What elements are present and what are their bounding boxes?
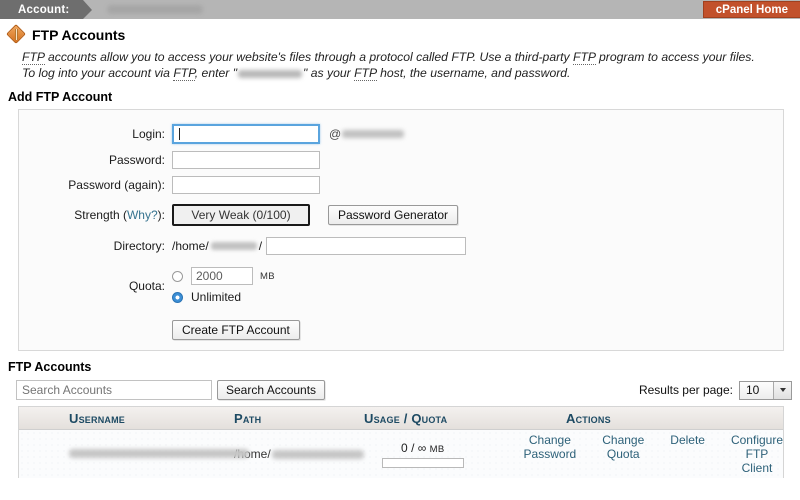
desc-part-9: host, the username, and password.: [376, 66, 571, 80]
chevron-down-icon: [773, 381, 791, 399]
page-title-row: FTP Accounts: [0, 19, 800, 47]
results-per-page-select[interactable]: 10: [739, 380, 792, 400]
password-strength-meter: Very Weak (0/100): [172, 204, 310, 226]
abbr-ftp-3: FTP: [173, 66, 195, 81]
column-header-usage-quota[interactable]: Usage / Quota: [364, 411, 524, 426]
password-generator-button[interactable]: Password Generator: [328, 205, 459, 225]
directory-home-prefix: /home/: [172, 239, 209, 253]
add-ftp-account-panel: Login: @ Password: Password (again): Str…: [18, 109, 784, 351]
ftp-compass-icon: [6, 24, 26, 44]
quota-unlimited-label: Unlimited: [191, 290, 242, 304]
directory-user-redacted: [210, 242, 257, 250]
quota-custom-radio[interactable]: [172, 270, 183, 282]
quota-unit-label: MB: [260, 270, 275, 282]
cell-username: [19, 447, 249, 461]
text-caret: [179, 128, 180, 140]
account-label-tag: Account:: [0, 0, 93, 19]
strength-label: Strength (Why?):: [19, 208, 172, 222]
column-header-username[interactable]: Username: [19, 411, 234, 426]
password-again-row: Password (again):: [19, 176, 783, 194]
create-ftp-account-button[interactable]: Create FTP Account: [172, 320, 300, 340]
strength-label-prefix: Strength (: [74, 208, 127, 222]
desc-part-7: " as your: [303, 66, 355, 80]
quota-unlimited-option[interactable]: Unlimited: [172, 290, 275, 304]
table-row: /home/ 0 / ∞ MB Change Password Change Q…: [19, 430, 783, 478]
quota-custom-input[interactable]: 2000: [191, 267, 253, 285]
submit-row: Create FTP Account: [19, 320, 783, 340]
strength-row: Strength (Why?): Very Weak (0/100) Passw…: [19, 204, 783, 226]
path-redacted: [271, 449, 364, 459]
desc-part-2: accounts allow you to access your websit…: [44, 50, 574, 64]
cpanel-home-button[interactable]: cPanel Home: [702, 1, 800, 18]
change-password-link[interactable]: Change Password: [524, 433, 577, 461]
results-per-page-label: Results per page:: [638, 383, 733, 397]
abbr-ftp-4: FTP: [354, 66, 377, 81]
cell-usage-quota: 0 / ∞ MB: [364, 441, 482, 468]
quota-row: Quota: 2000 MB Unlimited: [19, 267, 783, 304]
account-value-redacted: [107, 5, 204, 14]
at-symbol: @: [329, 127, 342, 141]
hostname-redacted: [238, 69, 303, 78]
account-bar: Account: cPanel Home: [0, 0, 800, 19]
directory-input[interactable]: [266, 237, 467, 255]
password-row: Password:: [19, 151, 783, 169]
strength-label-suffix: ):: [157, 208, 165, 222]
account-label: Account:: [18, 3, 70, 16]
strength-why-link[interactable]: Why?: [127, 208, 158, 222]
column-header-path[interactable]: Path: [234, 411, 364, 426]
desc-part-6: , enter ": [194, 66, 238, 80]
table-header-row: Username Path Usage / Quota Actions: [19, 407, 783, 430]
search-accounts-button[interactable]: Search Accounts: [217, 380, 326, 400]
usage-separator: /: [411, 440, 415, 455]
password-again-label: Password (again):: [68, 178, 165, 192]
directory-row: Directory: /home/ /: [19, 237, 783, 255]
usage-quota: ∞: [417, 440, 427, 455]
abbr-ftp-2: FTP: [573, 50, 596, 65]
usage-quota-text: 0 / ∞ MB: [364, 441, 482, 455]
password-input[interactable]: [172, 151, 320, 169]
password-label: Password:: [108, 153, 165, 167]
cell-actions: Change Password Change Quota Delete Conf…: [482, 433, 783, 475]
page-title: FTP Accounts: [32, 26, 126, 43]
password-again-input[interactable]: [172, 176, 320, 194]
login-domain-suffix: @: [329, 127, 405, 141]
usage-progress-bar: [381, 457, 464, 468]
login-label: Login:: [132, 127, 165, 141]
row-action-links: Change Password Change Quota Delete Conf…: [524, 433, 783, 475]
domain-redacted: [342, 130, 405, 138]
results-per-page: Results per page: 10: [638, 380, 792, 400]
ftp-accounts-list-heading: FTP Accounts: [8, 360, 92, 374]
abbr-ftp-1: FTP: [22, 50, 45, 65]
login-input[interactable]: [172, 124, 320, 144]
configure-ftp-client-link[interactable]: Configure FTP Client: [731, 433, 783, 475]
results-per-page-value: 10: [746, 383, 760, 397]
usage-used: 0: [401, 440, 408, 455]
username-redacted: [69, 449, 249, 458]
usage-unit: MB: [429, 443, 445, 455]
directory-prefix: /home/ /: [172, 239, 262, 253]
search-row: Search Accounts Results per page: 10: [0, 380, 800, 400]
add-ftp-account-heading: Add FTP Account: [8, 90, 113, 104]
delete-link[interactable]: Delete: [670, 433, 705, 447]
search-accounts-input[interactable]: [16, 380, 212, 400]
quota-options: 2000 MB Unlimited: [172, 267, 275, 304]
directory-label: Directory:: [113, 239, 165, 253]
cpanel-home-label: cPanel Home: [715, 4, 788, 16]
quota-unlimited-radio[interactable]: [172, 291, 183, 303]
change-quota-link[interactable]: Change Quota: [602, 433, 644, 461]
ftp-accounts-table: Username Path Usage / Quota Actions /hom…: [18, 406, 784, 478]
quota-label: Quota:: [128, 279, 165, 293]
cell-path: /home/: [234, 447, 364, 461]
directory-separator: /: [258, 239, 263, 253]
page-description: FTP accounts allow you to access your we…: [0, 47, 800, 81]
column-header-actions: Actions: [566, 410, 611, 426]
quota-custom-option[interactable]: 2000 MB: [172, 267, 275, 285]
login-row: Login: @: [19, 124, 783, 144]
